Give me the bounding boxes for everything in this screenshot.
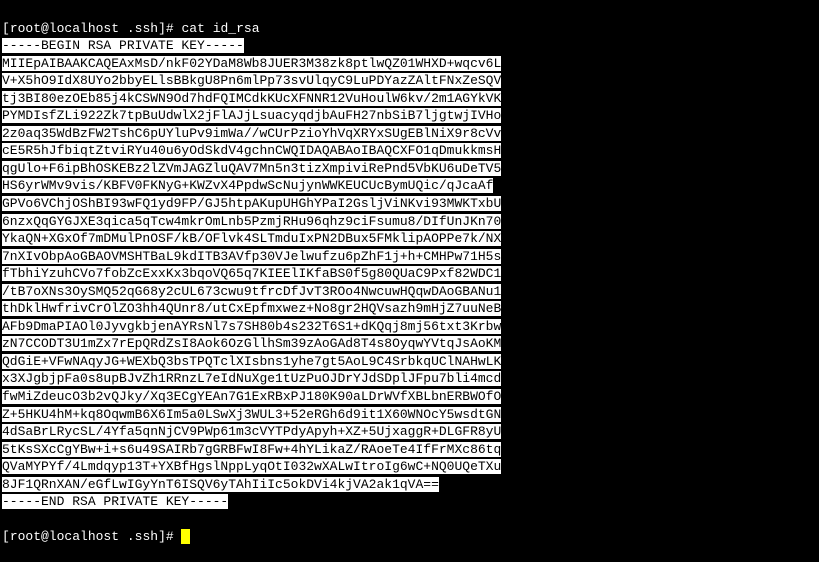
key-line: MIIEpAIBAAKCAQEAxMsD/nkF02YDaM8Wb8JUER3M…: [2, 56, 501, 71]
key-line: fTbhiYzuhCVo7fobZcExxKx3bqoVQ65q7KIEElIK…: [2, 266, 501, 281]
prompt-line-2: [root@localhost .ssh]#: [2, 529, 181, 544]
key-line: qgUlo+F6ipBhOSKEBz2lZVmJAGZluQAV7Mn5n3ti…: [2, 161, 501, 176]
key-line: thDklHwfrivCrOlZO3hh4QUnr8/utCxEpfmxwez+…: [2, 301, 501, 316]
key-line: tj3BI80ezOEb85j4kCSWN9Od7hdFQIMCdkKUcXFN…: [2, 91, 501, 106]
key-line: cE5R5hJfbiqtZtviRYu40u6yOdSkdV4gchnCWQID…: [2, 143, 501, 158]
key-line: V+X5hO9IdX8UYo2bbyELlsBBkgU8Pn6mlPp73svU…: [2, 73, 501, 88]
cursor: [181, 529, 190, 544]
prompt-bracket-open-2: [: [2, 529, 10, 544]
key-line: QdGiE+VFwNAqyJG+WEXbQ3bsTPQTclXIsbns1yhe…: [2, 354, 501, 369]
key-line: fwMiZdeucO3b2vQJky/Xq3ECgYEAn7G1ExRBxPJ1…: [2, 389, 501, 404]
terminal-output[interactable]: [root@localhost .ssh]# cat id_rsa -----B…: [2, 2, 817, 546]
key-line: AFb9DmaPIAOl0JyvgkbjenAYRsNl7s7SH80b4s23…: [2, 319, 501, 334]
prompt-line-1: [root@localhost .ssh]# cat id_rsa: [2, 21, 260, 36]
prompt-bracket-close-2: ]#: [158, 529, 174, 544]
key-line: HS6yrWMv9vis/KBFV0FKNyG+KWZvX4PpdwScNujy…: [2, 178, 493, 193]
key-line: YkaQN+XGxOf7mDMulPnOSF/kB/OFlvk4SLTmduIx…: [2, 231, 501, 246]
prompt-path: .ssh: [127, 21, 158, 36]
command-text: cat id_rsa: [181, 21, 259, 36]
prompt-path-2: .ssh: [127, 529, 158, 544]
key-begin-marker: -----BEGIN RSA PRIVATE KEY-----: [2, 38, 244, 53]
key-line: x3XJgbjpFa0s8upBJvZh1RRnzL7eIdNuXge1tUzP…: [2, 371, 501, 386]
prompt-user-host-2: root@localhost: [10, 529, 119, 544]
key-body: MIIEpAIBAAKCAQEAxMsD/nkF02YDaM8Wb8JUER3M…: [2, 55, 817, 494]
prompt-bracket-close: ]#: [158, 21, 174, 36]
key-line: 8JF1QRnXAN/eGfLwIGyYnT6ISQV6yTAhIiIc5okD…: [2, 477, 439, 492]
key-line: 5tKsSXcCgYBw+i+s6u49SAIRb7gGRBFwI8Fw+4hY…: [2, 442, 501, 457]
key-line: 2z0aq35WdBzFW2TshC6pUYluPv9imWa//wCUrPzi…: [2, 126, 501, 141]
key-line: zN7CCODT3U1mZx7rEpQRdZsI8Aok6OzGllhSm39z…: [2, 336, 501, 351]
key-end-marker: -----END RSA PRIVATE KEY-----: [2, 494, 228, 509]
key-line: /tB7oXNs3OySMQ52qG68y2cUL673cwu9tfrcDfJv…: [2, 284, 501, 299]
prompt-user-host: root@localhost: [10, 21, 119, 36]
prompt-bracket-open: [: [2, 21, 10, 36]
key-line: GPVo6VChjOShBI93wFQ1yd9FP/GJ5htpAKupUHGh…: [2, 196, 501, 211]
key-line: QVaMYPYf/4Lmdqyp13T+YXBfHgslNppLyqOtI032…: [2, 459, 501, 474]
key-line: Z+5HKU4hM+kq8OqwmB6X6Im5a0LSwXj3WUL3+52e…: [2, 407, 501, 422]
key-line: 7nXIvObpAoGBAOVMSHTBaL9kdITB3AVfp30VJelw…: [2, 249, 501, 264]
key-line: 6nzxQqGYGJXE3qica5qTcw4mkrOmLnb5PzmjRHu9…: [2, 214, 501, 229]
key-line: PYMDIsfZLi922Zk7tpBuUdwlX2jFlAJjLsuacyqd…: [2, 108, 501, 123]
key-line: 4dSaBrLRycSL/4Yfa5qnNjCV9PWp61m3cVYTPdyA…: [2, 424, 501, 439]
